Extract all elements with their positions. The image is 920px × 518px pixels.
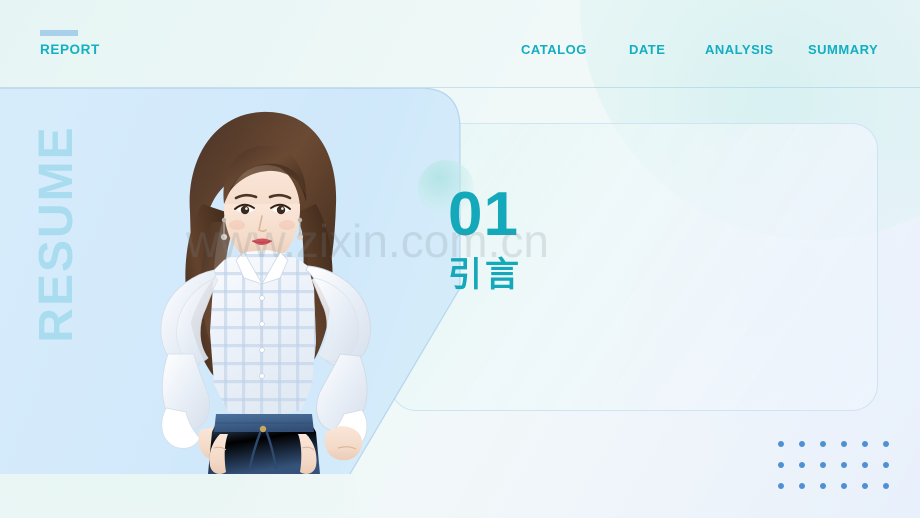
dot (820, 441, 826, 447)
slide-canvas: REPORT CATALOG DATE ANALYSIS SUMMARY RES… (0, 0, 920, 518)
dot (862, 483, 868, 489)
brand-label: REPORT (40, 42, 100, 57)
brand-block: REPORT (40, 30, 200, 57)
dot (820, 483, 826, 489)
dot (841, 483, 847, 489)
dot (799, 441, 805, 447)
dot-grid-row (778, 462, 904, 483)
dot (778, 462, 784, 468)
header-divider (0, 87, 920, 88)
dot (820, 462, 826, 468)
dot-grid-row (778, 483, 904, 504)
section-heading-block: 01 引言 (418, 160, 522, 294)
dot (862, 441, 868, 447)
vertical-resume-label: RESUME (30, 125, 83, 343)
portrait-illustration (160, 111, 371, 474)
nav-item-summary[interactable]: SUMMARY (808, 41, 882, 59)
nav-item-catalog[interactable]: CATALOG (521, 41, 601, 59)
nav-item-date[interactable]: DATE (629, 41, 689, 59)
section-title: 引言 (448, 255, 522, 294)
slide-header: REPORT CATALOG DATE ANALYSIS SUMMARY (0, 0, 920, 88)
dot-grid-decoration (778, 441, 904, 504)
dot (883, 441, 889, 447)
accent-bar-icon (40, 30, 78, 36)
dot-grid-row (778, 441, 904, 462)
dot (883, 462, 889, 468)
dot (841, 441, 847, 447)
main-navigation: CATALOG DATE ANALYSIS SUMMARY (505, 41, 905, 87)
dot (799, 483, 805, 489)
nav-item-analysis[interactable]: ANALYSIS (705, 41, 795, 59)
dot (883, 483, 889, 489)
portrait-image (116, 92, 396, 474)
section-number: 01 (448, 180, 519, 249)
dot (778, 483, 784, 489)
dot (778, 441, 784, 447)
dot (799, 462, 805, 468)
dot (841, 462, 847, 468)
dot (862, 462, 868, 468)
